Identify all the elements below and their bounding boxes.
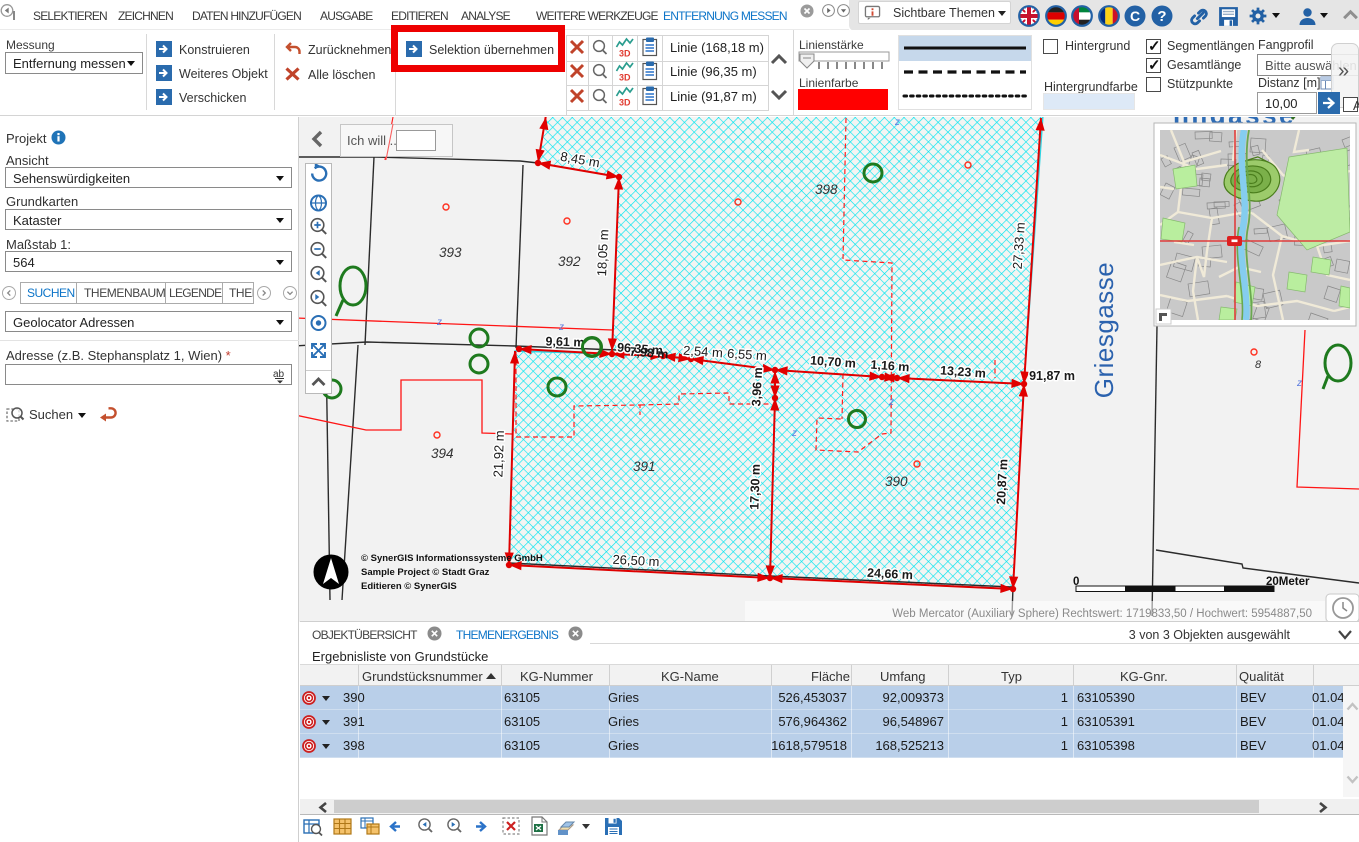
svg-text:z: z (791, 428, 797, 439)
svg-text:24,66 m: 24,66 m (867, 566, 914, 582)
svg-text:z: z (436, 317, 442, 328)
svg-text:Web Mercator (Auxiliary Sphere: Web Mercator (Auxiliary Sphere) Rechtswe… (892, 608, 1312, 620)
svg-text:91,87 m: 91,87 m (1029, 369, 1075, 383)
svg-text:C: C (1130, 8, 1140, 24)
svg-text:9,61 m: 9,61 m (545, 334, 584, 349)
svg-text:398: 398 (815, 182, 838, 197)
svg-text:392: 392 (558, 254, 581, 269)
svg-text:390: 390 (885, 474, 908, 489)
svg-text:393: 393 (439, 245, 462, 260)
svg-text:3,96 m: 3,96 m (749, 367, 765, 407)
svg-text:© SynerGIS Informationssysteme: © SynerGIS Informationssysteme GmbH (361, 553, 543, 564)
svg-text:z: z (888, 397, 894, 408)
svg-text:394: 394 (431, 446, 454, 461)
svg-text:391: 391 (633, 459, 656, 474)
svg-text:3D: 3D (619, 49, 631, 59)
svg-text:Griesgasse: Griesgasse (1089, 262, 1119, 399)
svg-text:17,30 m: 17,30 m (747, 464, 763, 510)
svg-text:z: z (1296, 378, 1302, 389)
svg-text:18,05 m: 18,05 m (594, 229, 611, 277)
svg-text:20,87 m: 20,87 m (994, 459, 1010, 506)
svg-text:Sample Project © Stadt Graz: Sample Project © Stadt Graz (361, 567, 490, 578)
svg-text:1,16 m: 1,16 m (870, 358, 910, 375)
svg-text:z: z (894, 117, 900, 128)
svg-text:26,50 m: 26,50 m (612, 552, 660, 569)
svg-text:z: z (558, 322, 564, 333)
svg-text:6,55 m: 6,55 m (727, 346, 768, 364)
svg-text:Editieren © SynerGIS: Editieren © SynerGIS (361, 581, 457, 592)
svg-text:8: 8 (1255, 359, 1262, 371)
svg-text:7,98 m: 7,98 m (629, 345, 669, 362)
svg-text:2,54 m: 2,54 m (683, 343, 724, 361)
svg-text:21,92 m: 21,92 m (490, 430, 507, 477)
svg-text:?: ? (1157, 8, 1166, 25)
